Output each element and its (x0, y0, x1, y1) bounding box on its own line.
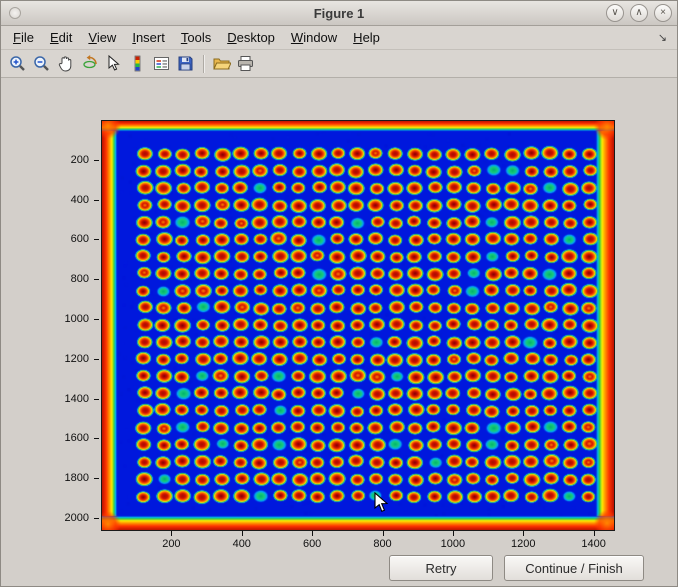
menu-item-tools[interactable]: Tools (173, 27, 219, 48)
open-icon (212, 54, 231, 73)
window-title: Figure 1 (1, 6, 677, 21)
y-tick-mark (94, 518, 99, 519)
x-tick-label: 200 (162, 538, 180, 550)
y-tick-label: 800 (35, 273, 89, 285)
menu-item-file[interactable]: File (5, 27, 42, 48)
y-tick-label: 400 (35, 194, 89, 206)
toolbar (1, 50, 677, 78)
y-tick-label: 2000 (35, 512, 89, 524)
print-button[interactable] (234, 52, 257, 75)
x-tick-mark (594, 531, 595, 536)
menu-item-insert[interactable]: Insert (124, 27, 173, 48)
menu-item-desktop[interactable]: Desktop (219, 27, 283, 48)
colorbar-icon (128, 54, 147, 73)
continue-finish-button[interactable]: Continue / Finish (504, 555, 644, 581)
titlebar[interactable]: Figure 1 ∨ ∧ × (1, 1, 677, 26)
y-tick-mark (94, 200, 99, 201)
axes (101, 120, 615, 531)
x-tick-mark (242, 531, 243, 536)
y-tick-mark (94, 160, 99, 161)
toolbar-separator (203, 55, 204, 73)
menu-item-view[interactable]: View (80, 27, 124, 48)
shade-button[interactable]: ∨ (606, 4, 624, 22)
zoom-in-button[interactable] (6, 52, 29, 75)
rotate-3d-icon (80, 54, 99, 73)
y-tick-label: 1200 (35, 353, 89, 365)
y-tick-label: 600 (35, 233, 89, 245)
x-tick-label: 1200 (511, 538, 535, 550)
y-tick-mark (94, 279, 99, 280)
pan-icon (56, 54, 75, 73)
menu-item-edit[interactable]: Edit (42, 27, 80, 48)
y-tick-label: 1600 (35, 432, 89, 444)
maximize-button[interactable]: ∧ (630, 4, 648, 22)
data-cursor-icon (104, 54, 123, 73)
y-tick-label: 1000 (35, 313, 89, 325)
menu-item-help[interactable]: Help (345, 27, 388, 48)
x-tick-mark (383, 531, 384, 536)
y-tick-mark (94, 359, 99, 360)
x-tick-label: 1400 (581, 538, 605, 550)
y-tick-mark (94, 319, 99, 320)
window-controls: ∨ ∧ × (600, 4, 672, 22)
y-tick-label: 1400 (35, 393, 89, 405)
x-tick-label: 400 (233, 538, 251, 550)
microarray-image-canvas[interactable] (102, 121, 614, 530)
x-tick-label: 600 (303, 538, 321, 550)
y-tick-mark (94, 478, 99, 479)
y-tick-mark (94, 438, 99, 439)
colorbar-button[interactable] (126, 52, 149, 75)
x-tick-mark (523, 531, 524, 536)
close-button[interactable]: × (654, 4, 672, 22)
dock-arrow-icon[interactable]: ↘ (652, 31, 673, 44)
rotate-3d-button[interactable] (78, 52, 101, 75)
menu-item-window[interactable]: Window (283, 27, 345, 48)
y-tick-label: 200 (35, 154, 89, 166)
pan-button[interactable] (54, 52, 77, 75)
legend-button[interactable] (150, 52, 173, 75)
x-tick-mark (453, 531, 454, 536)
save-button[interactable] (174, 52, 197, 75)
zoom-out-button[interactable] (30, 52, 53, 75)
y-tick-mark (94, 399, 99, 400)
figure-area: Retry Continue / Finish 200 400 600 800 1000… (1, 79, 677, 586)
menu-bar: FileEditViewInsertToolsDesktopWindowHelp… (1, 26, 677, 50)
zoom-out-icon (32, 54, 51, 73)
data-cursor-button[interactable] (102, 52, 125, 75)
save-icon (176, 54, 195, 73)
zoom-in-icon (8, 54, 27, 73)
open-button[interactable] (210, 52, 233, 75)
retry-button[interactable]: Retry (389, 555, 493, 581)
x-tick-label: 1000 (441, 538, 465, 550)
print-icon (236, 54, 255, 73)
legend-icon (152, 54, 171, 73)
y-tick-mark (94, 239, 99, 240)
y-tick-label: 1800 (35, 472, 89, 484)
x-tick-label: 800 (373, 538, 391, 550)
figure-window: Figure 1 ∨ ∧ × FileEditViewInsertToolsDesk… (0, 0, 678, 587)
x-tick-mark (312, 531, 313, 536)
x-tick-mark (171, 531, 172, 536)
